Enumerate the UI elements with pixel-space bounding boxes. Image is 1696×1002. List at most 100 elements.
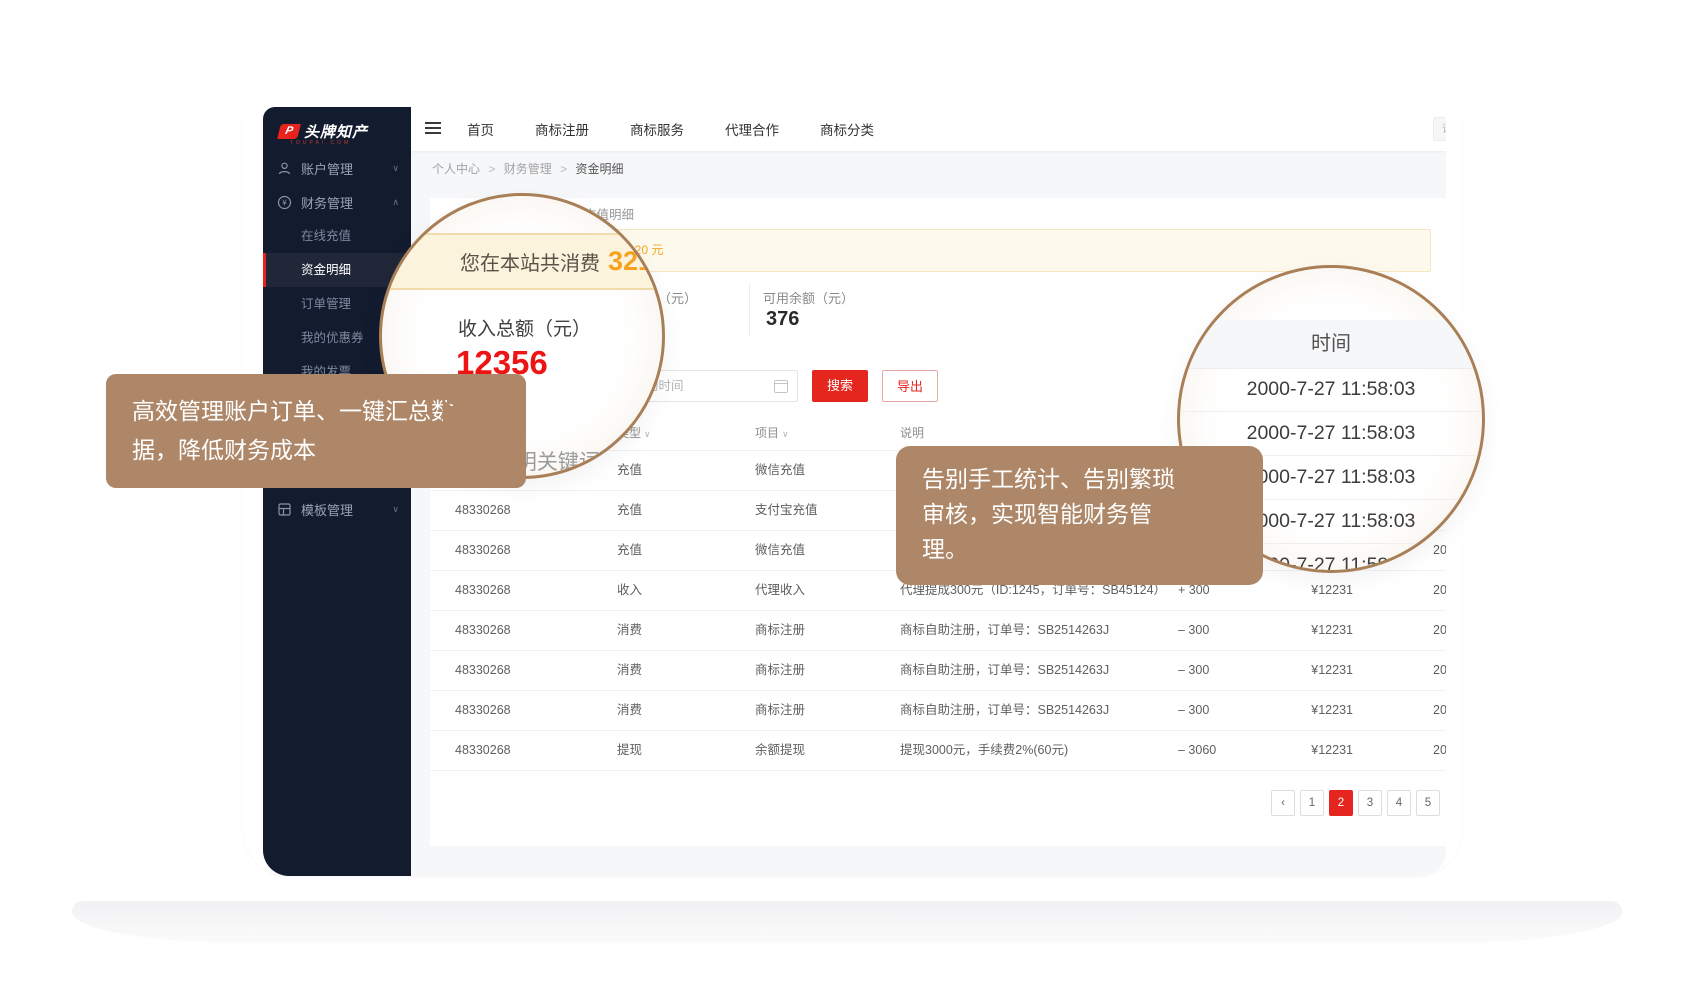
export-button[interactable]: 导出 bbox=[882, 370, 938, 402]
cell-type: 充值 bbox=[617, 451, 642, 490]
cell-time: 2000-7-27 11:58:03 bbox=[1433, 611, 1446, 650]
callout-right-arrow bbox=[1236, 456, 1257, 488]
brand-name: 头牌知产 bbox=[304, 121, 368, 142]
magnified-time-row: 2000-7-27 11:58:03 bbox=[1180, 368, 1482, 412]
callout-right: 告别手工统计、告别繁琐审核，实现智能财务管理。 bbox=[896, 446, 1263, 585]
magnified-banner: 您在本站共消费321247 bbox=[379, 233, 665, 290]
pagination-page-1[interactable]: 1 bbox=[1300, 790, 1324, 816]
cell-type: 提现 bbox=[617, 731, 642, 770]
chevron-up-icon: ∧ bbox=[392, 197, 399, 208]
cell-balance: ¥12231 bbox=[1273, 731, 1353, 770]
cell-project: 商标注册 bbox=[755, 691, 805, 730]
callout-left-arrow bbox=[443, 400, 466, 434]
cell-project: 代理收入 bbox=[755, 571, 805, 610]
cell-project: 商标注册 bbox=[755, 611, 805, 650]
search-button[interactable]: 搜索 bbox=[812, 370, 868, 402]
stage: P 头牌知产 TOUPAI.COM 账户管理 ∨ ¥ 财务管理 ∧ bbox=[0, 0, 1696, 1002]
stat-divider bbox=[749, 284, 750, 336]
cell-type: 消费 bbox=[617, 611, 642, 650]
cell-amount: – 300 bbox=[1178, 691, 1209, 730]
balance-stat-label: 可用余额（元） bbox=[763, 288, 854, 307]
brand-logo[interactable]: P 头牌知产 bbox=[279, 121, 368, 142]
cell-order: 48330268 bbox=[455, 691, 511, 730]
cell-amount: – 300 bbox=[1178, 611, 1209, 650]
laptop-stand bbox=[72, 901, 1622, 943]
cell-type: 收入 bbox=[617, 571, 642, 610]
cell-balance: ¥12231 bbox=[1273, 651, 1353, 690]
pagination-page-4[interactable]: 4 bbox=[1387, 790, 1411, 816]
cell-amount: – 3060 bbox=[1178, 731, 1216, 770]
user-icon bbox=[277, 161, 292, 176]
banner-amount: 32124 bbox=[608, 246, 665, 276]
pagination-page-5[interactable]: 5 bbox=[1416, 790, 1440, 816]
trademark-search-input[interactable] bbox=[1433, 117, 1446, 141]
breadcrumb: 个人中心 > 财务管理 > 资金明细 bbox=[432, 160, 623, 177]
table-row: 48330268 消费 商标注册 商标自助注册，订单号：SB2514263J – 300… bbox=[430, 611, 1446, 651]
sidebar-item-label: 模板管理 bbox=[301, 500, 353, 519]
finance-icon: ¥ bbox=[277, 195, 292, 210]
cell-desc: 提现3000元，手续费2%(60元) bbox=[900, 731, 1068, 770]
cell-balance: ¥12231 bbox=[1273, 611, 1353, 650]
table-row: 48330268提现余额提现提现3000元，手续费2%(60元)– 3060¥1… bbox=[430, 731, 1446, 771]
hamburger-menu-icon[interactable] bbox=[425, 122, 441, 134]
cell-desc: 商标自助注册，订单号：SB2514263J bbox=[900, 611, 1109, 650]
cell-order: 48330268 bbox=[455, 491, 511, 530]
cell-order: 48330268 bbox=[455, 651, 511, 690]
sidebar-item-label: 财务管理 bbox=[301, 193, 353, 212]
cell-project: 支付宝充值 bbox=[755, 491, 818, 530]
sidebar-item-finance[interactable]: ¥ 财务管理 ∧ bbox=[263, 185, 411, 219]
cell-type: 充值 bbox=[617, 531, 642, 570]
nav-item[interactable]: 商标注册 bbox=[535, 119, 589, 139]
brand-logo-icon: P bbox=[277, 124, 301, 139]
breadcrumb-separator: > bbox=[560, 162, 567, 176]
nav-menu: 首页 商标注册 商标服务 代理合作 商标分类 bbox=[467, 107, 915, 151]
svg-text:¥: ¥ bbox=[281, 198, 287, 207]
nav-item[interactable]: 商标服务 bbox=[630, 119, 684, 139]
cell-amount: – 300 bbox=[1178, 651, 1209, 690]
balance-stat-value: 376 bbox=[766, 308, 799, 331]
pagination-page-2[interactable]: 2 bbox=[1329, 790, 1353, 816]
sort-caret-icon: ∨ bbox=[782, 429, 789, 439]
brand-subtitle: TOUPAI.COM bbox=[290, 140, 351, 146]
sidebar-item-templates[interactable]: 模板管理 ∨ bbox=[263, 492, 411, 526]
cell-desc: 商标自助注册，订单号：SB2514263J bbox=[900, 651, 1109, 690]
breadcrumb-item[interactable]: 财务管理 bbox=[504, 162, 552, 176]
table-row: 48330268 消费 商标注册 商标自助注册，订单号：SB2514263J – 300… bbox=[430, 651, 1446, 691]
header-desc: 说明 bbox=[900, 424, 924, 441]
cell-project: 微信充值 bbox=[755, 451, 805, 490]
cell-order: 48330268 bbox=[455, 571, 511, 610]
cell-balance: ¥12231 bbox=[1273, 571, 1353, 610]
chevron-down-icon: ∨ bbox=[392, 504, 399, 515]
cell-balance: ¥12231 bbox=[1273, 691, 1353, 730]
breadcrumb-separator: > bbox=[488, 162, 495, 176]
cell-time: 2000-7-27 11:58:03 bbox=[1433, 651, 1446, 690]
nav-item[interactable]: 首页 bbox=[467, 119, 494, 139]
header-project[interactable]: 项目∨ bbox=[755, 424, 789, 441]
nav-item[interactable]: 代理合作 bbox=[725, 119, 779, 139]
magnified-time-header: 时间 bbox=[1180, 320, 1482, 369]
sidebar-item-label: 账户管理 bbox=[301, 159, 353, 178]
nav-item[interactable]: 商标分类 bbox=[820, 119, 874, 139]
pagination: ‹ 12345 bbox=[1266, 790, 1440, 816]
cell-order: 48330268 bbox=[455, 731, 511, 770]
breadcrumb-item[interactable]: 个人中心 bbox=[432, 162, 480, 176]
cell-type: 消费 bbox=[617, 691, 642, 730]
cell-type: 充值 bbox=[617, 491, 642, 530]
sidebar: P 头牌知产 TOUPAI.COM 账户管理 ∨ ¥ 财务管理 ∧ bbox=[263, 107, 411, 876]
cell-project: 微信充值 bbox=[755, 531, 805, 570]
cell-time: 2000-7-27 11:58:03 bbox=[1433, 571, 1446, 610]
cell-order: 48330268 bbox=[455, 611, 511, 650]
sidebar-item-account[interactable]: 账户管理 ∨ bbox=[263, 151, 411, 185]
cell-project: 商标注册 bbox=[755, 651, 805, 690]
cell-type: 消费 bbox=[617, 651, 642, 690]
calendar-icon[interactable] bbox=[774, 380, 788, 393]
chevron-down-icon: ∨ bbox=[392, 163, 399, 174]
pagination-prev-button[interactable]: ‹ bbox=[1271, 790, 1295, 816]
pagination-page-3[interactable]: 3 bbox=[1358, 790, 1382, 816]
sort-caret-icon: ∨ bbox=[644, 429, 651, 439]
cell-time: 2000-7-27 11:58:03 bbox=[1433, 731, 1446, 770]
cell-time: 2000-7-27 11:58:03 bbox=[1433, 691, 1446, 730]
banner-prefix: 您在本站共消费 bbox=[460, 253, 600, 275]
table-row: 48330268消费商标注册商标自助注册，订单号：SB2514263J– 300… bbox=[430, 691, 1446, 731]
template-icon bbox=[277, 502, 292, 517]
